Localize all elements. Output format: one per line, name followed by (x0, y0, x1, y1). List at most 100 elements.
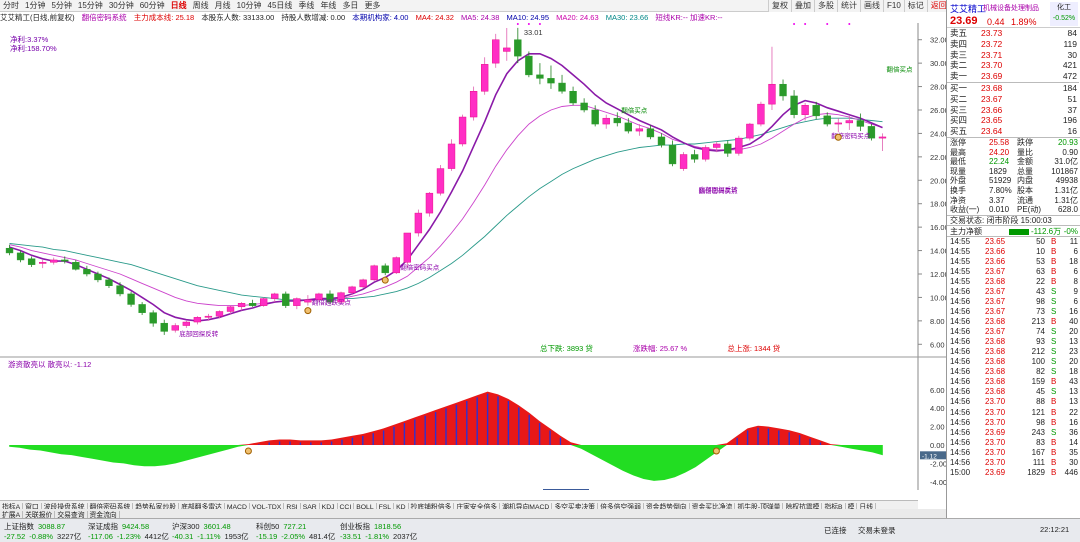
stock-name: 艾艾精工 (950, 4, 987, 14)
order-level: 买一 (950, 82, 968, 93)
index-stat: -15.19 (256, 532, 278, 541)
tool-button[interactable]: 返回 (926, 0, 946, 12)
stat-cell: 内盘 (1017, 176, 1033, 186)
tick-cell: B (1051, 407, 1057, 417)
signal-label: 底部回探反转 (179, 329, 219, 338)
period-tab[interactable]: 月线 (212, 0, 234, 11)
tool-button[interactable]: 多股 (814, 0, 837, 12)
macd-tick-label: -4.00 (930, 478, 946, 487)
tick-cell: B (1051, 236, 1057, 246)
extension-tab[interactable]: 交易查询 (55, 511, 88, 518)
candle-body (801, 105, 809, 115)
order-price: 23.65 (981, 115, 1003, 126)
signal-dot (804, 23, 807, 25)
tick-cell: 23.68 (985, 276, 1006, 286)
order-volume: 184 (1062, 82, 1077, 93)
index-stat: -0.88% (29, 532, 54, 541)
candle-body (779, 83, 787, 97)
y-tick-label: 12.00 (930, 270, 946, 279)
index-change-row: -33.51 -1.81% 2037亿 (340, 531, 421, 542)
tool-button[interactable]: 画线 (860, 0, 883, 12)
y-tick-label: 20.00 (930, 176, 946, 185)
index-stat: -1.11% (197, 532, 221, 541)
tick-cell: 23.70 (985, 437, 1006, 447)
kline-chart[interactable]: 32.00 30.00 28.00 26.00 24.00 22.00 20.00 18.00… (0, 23, 946, 490)
period-tab[interactable]: 10分钟 (234, 0, 265, 11)
stat-row: 最高 24.20 量比 0.90 (947, 148, 1080, 158)
tick-cell: 14:55 (950, 246, 971, 256)
bid-book: 买一 23.68 184 买二 23.67 51 买三 23.66 37 买四 23.65 196 买五… (947, 81, 1079, 137)
tick-cell: 23.70 (985, 447, 1006, 457)
period-tab[interactable]: 30分钟 (106, 0, 137, 11)
y-tick-label: 22.00 (930, 153, 946, 162)
tool-button[interactable]: F10 (883, 0, 904, 12)
period-tab[interactable]: 周线 (190, 0, 212, 11)
tick-list[interactable]: 14:55 23.65 50 B 11 14:55 23.66 10 B 6 14:55 23.66 5… (947, 237, 1080, 478)
tick-cell: 6 (1073, 246, 1078, 256)
sector-badge[interactable]: 化工 -0.52% (1050, 2, 1078, 26)
tick-cell: 23.70 (985, 417, 1006, 427)
candle-body (724, 143, 732, 154)
period-tab[interactable]: 1分钟 (22, 0, 48, 11)
stat-cell: 1829 (989, 166, 1007, 176)
buy-marker (381, 276, 389, 284)
indicator-tabs: 指标A 窗口 波段操盘系统 翻倍密码系统 趋势私家炒股 底部翻多雷达 MACD VOL-TDX… (0, 500, 918, 509)
candle-body (591, 109, 599, 125)
candle-body (215, 311, 224, 317)
order-volume: 119 (1063, 38, 1077, 49)
period-tab[interactable]: 多日 (339, 0, 361, 11)
tool-button[interactable]: 标记 (903, 0, 927, 12)
tick-cell: 14:56 (950, 347, 971, 357)
tool-button[interactable]: 叠加 (791, 0, 814, 12)
period-tab[interactable]: 60分钟 (137, 0, 168, 11)
candle-body (613, 117, 621, 124)
tick-cell: 22 (1036, 276, 1045, 286)
tick-cell: 23.66 (985, 256, 1006, 266)
tick-cell: 23.69 (985, 427, 1006, 437)
period-tab[interactable]: 15分钟 (75, 0, 106, 11)
candle-body (668, 144, 677, 165)
tool-button[interactable]: 统计 (837, 0, 860, 12)
tick-cell: 88 (1036, 397, 1045, 407)
buy-marker (304, 307, 312, 315)
extension-tab[interactable]: 关联报价 (23, 511, 56, 518)
signal-label: 翻倍密码买点 (400, 262, 440, 271)
tool-button[interactable]: 复权 (768, 0, 791, 12)
period-tab[interactable]: 45日线 (265, 0, 296, 11)
profit-line-1: 净利:3.37% (10, 35, 49, 44)
index-stat: -117.06 (88, 532, 113, 541)
tick-cell: 23.70 (985, 407, 1006, 417)
tick-cell: 23.68 (985, 377, 1006, 387)
holders: 本股东人数: 33133.00 (201, 13, 275, 22)
index-change-row: -27.52 -0.88% 3227亿 (4, 531, 85, 542)
order-row: 买四 23.65 196 (947, 115, 1079, 126)
period-tab[interactable]: 日线 (168, 0, 190, 11)
period-tab[interactable]: 分时 (0, 0, 22, 11)
period-tab[interactable]: 年线 (317, 0, 339, 11)
index-name: 深证成指 (88, 522, 118, 531)
signal-dot (516, 23, 519, 25)
tick-cell: 10 (1036, 246, 1045, 256)
order-row: 卖一 23.69 472 (947, 71, 1079, 82)
tick-cell: 23.67 (985, 297, 1006, 306)
extension-tab[interactable]: 资金流向 (88, 511, 120, 518)
period-tab[interactable]: 季线 (295, 0, 317, 11)
stat-row: 现量 1829 总量 101867 (947, 167, 1080, 177)
tick-cell: 98 (1036, 297, 1045, 306)
candle-body (679, 154, 688, 169)
stat-row: 收益(一) 0.010 PE(动) 628.0 (947, 205, 1080, 215)
signal-dot (538, 23, 541, 25)
tick-cell: B (1051, 417, 1057, 427)
period-tab[interactable]: 5分钟 (48, 0, 74, 11)
stat-cell: 628.0 (1057, 205, 1078, 215)
index-stat: 2037亿 (393, 532, 418, 541)
extension-tab[interactable]: 扩展A (0, 511, 24, 518)
stat-row: 净资 3.37 流通 1.31亿 (947, 196, 1080, 206)
order-level: 卖五 (950, 28, 968, 38)
index-value: 9424.58 (122, 522, 150, 531)
login-status[interactable]: 交易未登录 (858, 525, 896, 536)
signal-dot (793, 23, 796, 25)
order-volume: 30 (1067, 49, 1077, 60)
macd-tick-label: 6.00 (930, 386, 945, 395)
period-tab[interactable]: 更多 (361, 0, 383, 11)
